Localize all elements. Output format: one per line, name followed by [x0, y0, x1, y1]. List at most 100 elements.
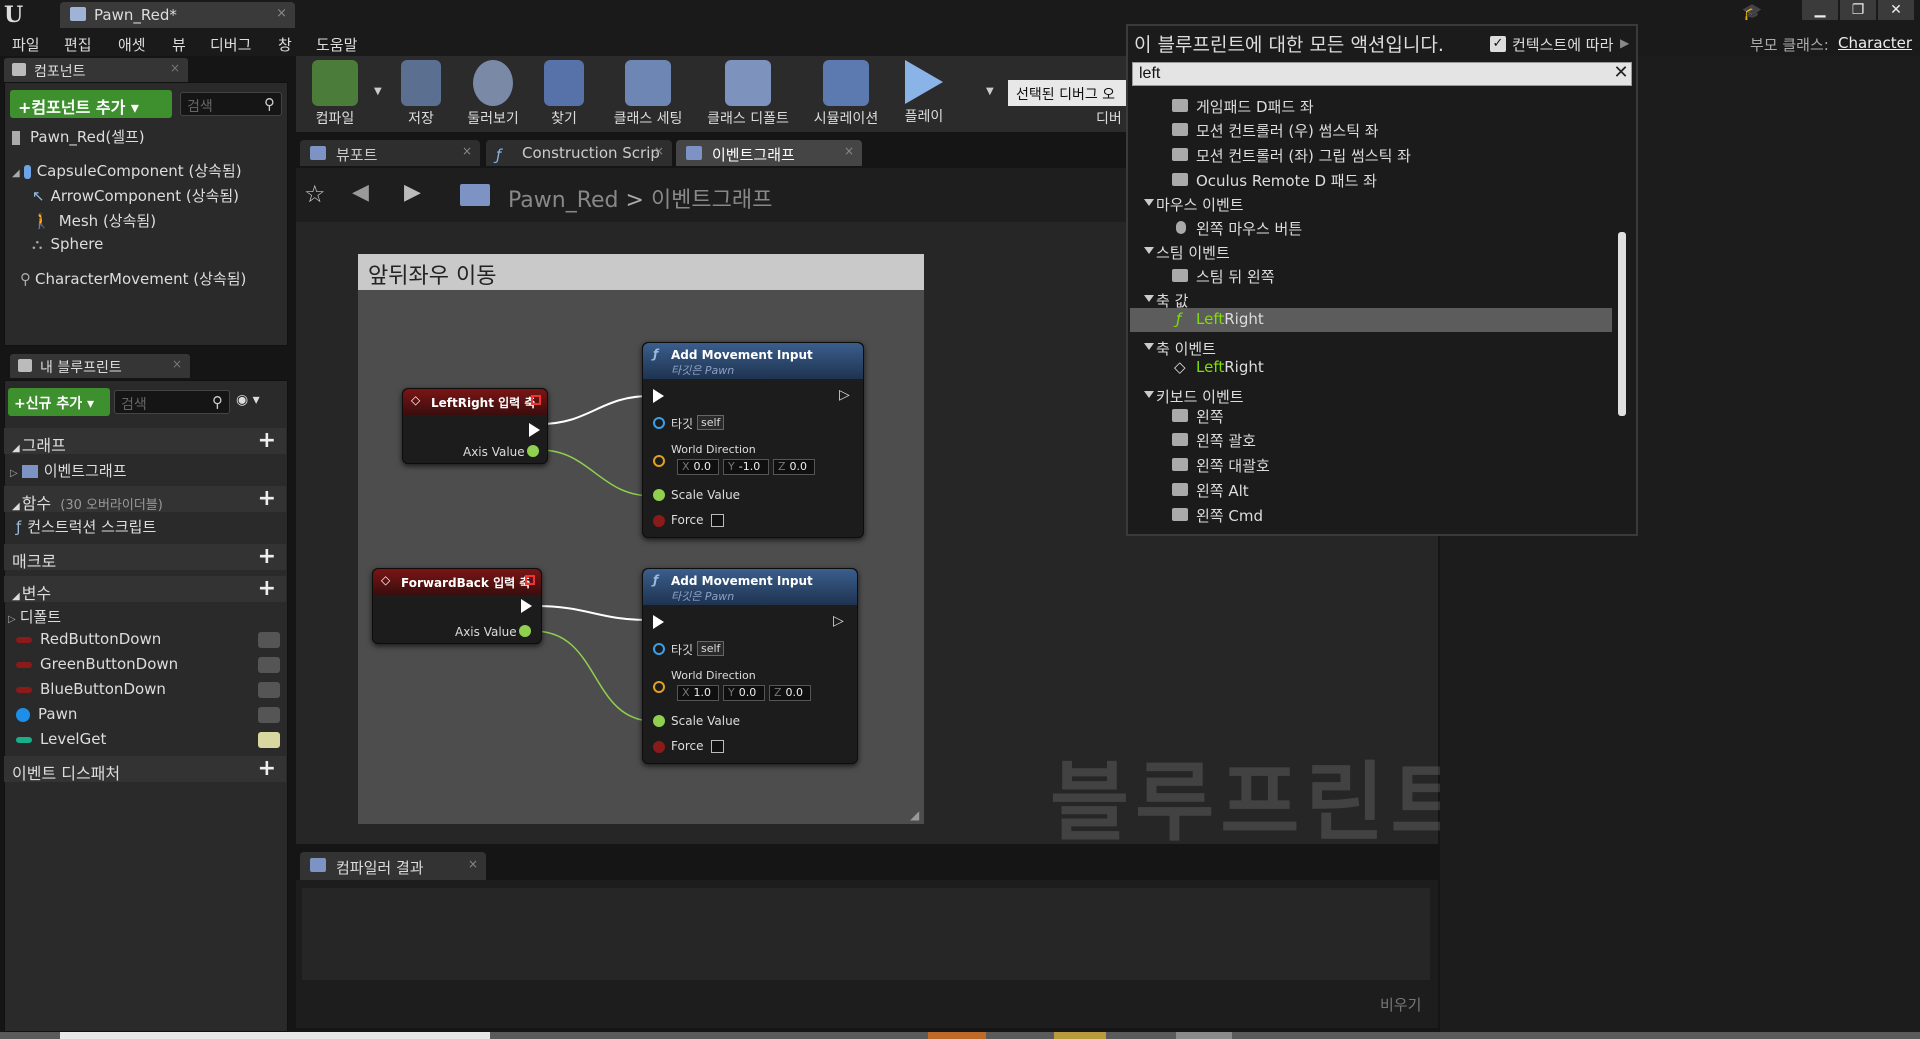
action-item[interactable]: 왼쪽	[1130, 404, 1612, 428]
direction-x-field[interactable]: X 1.0	[677, 685, 719, 701]
collapse-arrow-icon[interactable]	[1144, 199, 1154, 206]
action-item-label: Right	[1224, 358, 1264, 376]
function-icon: ƒ	[653, 347, 659, 361]
blueprint-watermark: 블루프린트	[1050, 753, 1476, 853]
event-node-header: ◇ LeftRight 입력 축	[403, 389, 547, 415]
axis-value-pin[interactable]	[527, 445, 539, 457]
x-value: 1.0	[693, 686, 712, 699]
status-bar-segment	[1054, 1032, 1106, 1039]
delegate-pin-icon[interactable]	[531, 395, 541, 405]
status-bar	[0, 1032, 1920, 1039]
status-bar-segment	[928, 1032, 986, 1039]
action-item-selected[interactable]: ƒ LeftRight	[1130, 308, 1612, 332]
collapse-arrow-icon[interactable]	[1144, 295, 1154, 302]
world-direction-label: World Direction	[671, 443, 756, 456]
function-icon: ƒ	[1176, 310, 1182, 328]
world-direction-pin[interactable]	[653, 455, 665, 467]
action-item[interactable]: Oculus Remote D 패드 좌	[1130, 168, 1612, 192]
target-pin[interactable]	[653, 643, 665, 655]
exec-out-pin[interactable]	[521, 599, 532, 613]
target-self-value: self	[697, 415, 725, 430]
action-category[interactable]: 스팀 이벤트	[1130, 240, 1612, 264]
axis-value-pin[interactable]	[519, 625, 531, 637]
close-tab-icon[interactable]: ×	[468, 857, 478, 871]
force-pin[interactable]	[653, 741, 665, 753]
force-label: Force	[671, 513, 704, 527]
function-node-header: ƒ Add Movement Input 타깃은 Pawn	[643, 343, 863, 379]
axis-value-label: Axis Value	[463, 445, 525, 459]
search-highlight: Left	[1196, 310, 1225, 328]
action-item[interactable]: 왼쪽 Alt	[1130, 478, 1612, 502]
event-icon: ◇	[1174, 358, 1186, 376]
context-sensitive-label: 컨텍스트에 따라	[1512, 36, 1614, 54]
direction-x-field[interactable]: X 0.0	[677, 459, 719, 475]
target-self-value: self	[697, 641, 725, 656]
action-category[interactable]: 마우스 이벤트	[1130, 192, 1612, 216]
event-node-forwardback[interactable]: ◇ ForwardBack 입력 축 Axis Value	[372, 568, 542, 644]
direction-z-field[interactable]: Z 0.0	[773, 459, 815, 475]
world-direction-pin[interactable]	[653, 681, 665, 693]
force-checkbox[interactable]	[711, 514, 724, 527]
target-label: 타깃	[671, 417, 694, 431]
action-item-label: Oculus Remote D 패드 좌	[1196, 172, 1377, 190]
collapse-arrow-icon[interactable]	[1144, 391, 1154, 398]
action-item-label: 왼쪽 Alt	[1196, 482, 1249, 500]
exec-in-pin[interactable]	[653, 389, 664, 403]
action-category-label: 마우스 이벤트	[1156, 196, 1244, 214]
expand-arrow-icon[interactable]: ▶	[1620, 36, 1629, 50]
action-item[interactable]: 스팀 뒤 왼쪽	[1130, 264, 1612, 288]
target-pin[interactable]	[653, 417, 665, 429]
scale-value-pin[interactable]	[653, 489, 665, 501]
keyboard-icon	[1172, 433, 1188, 446]
clear-search-icon[interactable]: ✕	[1610, 62, 1632, 86]
exec-out-pin[interactable]	[529, 423, 540, 437]
event-node-header: ◇ ForwardBack 입력 축	[373, 569, 541, 595]
function-node-title: Add Movement Input	[671, 348, 813, 362]
status-bar-segment	[60, 1032, 490, 1039]
action-item-label: 왼쪽 괄호	[1196, 432, 1256, 450]
exec-wire	[539, 395, 651, 425]
scale-value-pin[interactable]	[653, 715, 665, 727]
function-node-subtitle: 타깃은 Pawn	[671, 364, 735, 377]
exec-out-arrow-icon[interactable]: ▷	[833, 613, 844, 629]
gamepad-icon	[1172, 123, 1188, 136]
action-item[interactable]: ◇ LeftRight	[1130, 356, 1612, 380]
action-category-label: 스팀 이벤트	[1156, 244, 1230, 262]
action-item-label: 왼쪽 Cmd	[1196, 507, 1263, 525]
context-sensitive-checkbox[interactable]: ✓	[1490, 36, 1506, 52]
direction-y-field[interactable]: Y -1.0	[723, 459, 769, 475]
function-node-subtitle: 타깃은 Pawn	[671, 590, 735, 603]
x-value: 0.0	[693, 460, 712, 473]
axis-wire	[533, 630, 653, 722]
add-movement-input-node[interactable]: ƒ Add Movement Input 타깃은 Pawn ▷ 타깃 self …	[642, 568, 858, 764]
action-item[interactable]: 왼쪽 대괄호	[1130, 453, 1612, 477]
action-item-label: 왼쪽	[1196, 408, 1224, 426]
action-search-input[interactable]	[1132, 62, 1632, 86]
z-value: 0.0	[789, 460, 808, 473]
action-item[interactable]: 왼쪽 마우스 버튼	[1130, 216, 1612, 240]
force-pin[interactable]	[653, 515, 665, 527]
action-item[interactable]: 왼쪽 괄호	[1130, 428, 1612, 452]
action-menu-scrollbar[interactable]	[1618, 232, 1626, 416]
exec-in-pin[interactable]	[653, 615, 664, 629]
action-item[interactable]: 모션 컨트롤러 (우) 썸스틱 좌	[1130, 118, 1612, 142]
collapse-arrow-icon[interactable]	[1144, 247, 1154, 254]
action-item[interactable]: 모션 컨트롤러 (좌) 그립 썸스틱 좌	[1130, 143, 1612, 167]
collapse-arrow-icon[interactable]	[1144, 343, 1154, 350]
action-menu-title: 이 블루프린트에 대한 모든 액션입니다.	[1134, 34, 1444, 56]
axis-wire	[539, 449, 653, 497]
clear-button[interactable]: 비우기	[1380, 994, 1421, 1015]
force-checkbox[interactable]	[711, 740, 724, 753]
action-item[interactable]: 게임패드 D패드 좌	[1130, 94, 1612, 118]
event-node-leftright[interactable]: ◇ LeftRight 입력 축 Axis Value	[402, 388, 548, 464]
z-value: 0.0	[785, 686, 804, 699]
action-item[interactable]: 왼쪽 Cmd	[1130, 503, 1612, 527]
gamepad-icon	[1172, 99, 1188, 112]
direction-z-field[interactable]: Z 0.0	[769, 685, 811, 701]
direction-y-field[interactable]: Y 0.0	[723, 685, 765, 701]
compiler-results-tab[interactable]: 컴파일러 결과 ×	[300, 852, 486, 880]
action-item-label: 왼쪽 마우스 버튼	[1196, 220, 1303, 238]
exec-out-arrow-icon: ▷	[839, 387, 850, 403]
add-movement-input-node[interactable]: ƒ Add Movement Input 타깃은 Pawn ▷ 타깃 self …	[642, 342, 864, 538]
delegate-pin-icon[interactable]	[525, 575, 535, 585]
